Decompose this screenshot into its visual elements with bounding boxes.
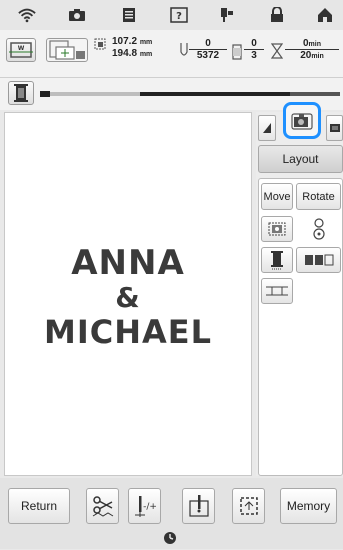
size-height: 194.8 bbox=[112, 48, 138, 59]
starting-point-button[interactable] bbox=[182, 488, 215, 524]
layout-button[interactable]: Layout bbox=[258, 145, 343, 173]
color-current: 0 bbox=[244, 38, 264, 50]
array-icon bbox=[266, 286, 288, 296]
thread-color-icon bbox=[231, 44, 243, 65]
design-size-icon bbox=[93, 37, 109, 53]
needle-mode-icon[interactable] bbox=[218, 6, 236, 24]
stitch-total: 5372 bbox=[196, 50, 220, 61]
density-icon bbox=[304, 254, 333, 266]
needle-tension-icon: -/+ bbox=[134, 496, 157, 517]
lock-icon[interactable] bbox=[268, 6, 286, 24]
memory-button[interactable]: Memory bbox=[280, 488, 337, 524]
frame-size-button[interactable] bbox=[46, 38, 88, 62]
spool-icon bbox=[271, 251, 283, 270]
color-change-button[interactable] bbox=[296, 216, 341, 242]
embroidery-preview-area[interactable]: ANNA & MICHAEL bbox=[4, 112, 252, 476]
time-readout: 0min 20min bbox=[285, 38, 339, 61]
right-tool-panel: Layout Move Rotate bbox=[256, 102, 343, 476]
stitch-current: 0 bbox=[189, 38, 227, 50]
move-button[interactable]: Move bbox=[261, 183, 293, 210]
design-text-line-1: ANNA bbox=[71, 243, 185, 283]
rotate-button[interactable]: Rotate bbox=[296, 183, 341, 210]
thread-cut-button[interactable] bbox=[86, 488, 119, 524]
color-total: 3 bbox=[251, 50, 257, 61]
svg-text:W: W bbox=[18, 45, 25, 52]
scissors-icon bbox=[92, 496, 113, 517]
thread-spool-button[interactable] bbox=[8, 81, 34, 105]
tab-camera-view[interactable] bbox=[283, 102, 321, 139]
hourglass-icon bbox=[270, 43, 284, 64]
document-icon[interactable] bbox=[120, 6, 138, 24]
tab-edit-icon[interactable] bbox=[258, 115, 276, 141]
design-text-line-2: & bbox=[115, 281, 141, 314]
return-button[interactable]: Return bbox=[8, 488, 70, 524]
stitch-count: 0 5372 bbox=[189, 38, 227, 61]
border-button[interactable] bbox=[261, 216, 293, 242]
design-text-line-3: MICHAEL bbox=[43, 313, 213, 351]
time-unit-2: min bbox=[311, 53, 324, 60]
status-bar: W 107.2 mm 194.8 mm 0 5372 0 3 0min 20mi… bbox=[0, 30, 343, 78]
camera-icon[interactable] bbox=[68, 6, 86, 24]
time-total: 20 bbox=[300, 50, 312, 61]
size-width: 107.2 bbox=[112, 36, 138, 47]
trial-button[interactable] bbox=[232, 488, 265, 524]
size-unit-2: mm bbox=[139, 51, 153, 58]
thread-sort-button[interactable] bbox=[261, 247, 293, 273]
stitch-slider-segment bbox=[140, 92, 290, 96]
design-size-readout: 107.2 mm 194.8 mm bbox=[112, 36, 187, 60]
home-icon[interactable] bbox=[316, 6, 334, 24]
size-unit: mm bbox=[139, 39, 153, 46]
stitch-slider-thumb[interactable] bbox=[40, 91, 50, 97]
svg-text:?: ? bbox=[176, 11, 182, 22]
color-wheel-icon bbox=[312, 218, 325, 240]
svg-text:-/+: -/+ bbox=[143, 502, 157, 512]
stitch-slider-segment-2 bbox=[290, 92, 340, 96]
help-icon[interactable]: ? bbox=[170, 6, 188, 24]
wifi-icon[interactable] bbox=[18, 6, 36, 24]
trial-frame-icon bbox=[239, 497, 258, 515]
border-icon bbox=[268, 222, 286, 236]
start-position-icon bbox=[188, 495, 209, 517]
clock-icon[interactable] bbox=[163, 531, 177, 545]
time-unit: min bbox=[308, 41, 321, 48]
stitch-slider-track[interactable] bbox=[40, 91, 340, 97]
embroidery-frame-button[interactable]: W bbox=[6, 38, 36, 62]
array-button[interactable] bbox=[261, 278, 293, 304]
top-icon-bar: ? bbox=[0, 0, 343, 30]
thread-tension-button[interactable]: -/+ bbox=[128, 488, 161, 524]
tab-embroider-icon[interactable] bbox=[326, 115, 343, 141]
color-count: 0 3 bbox=[244, 38, 264, 61]
density-button[interactable] bbox=[296, 247, 341, 273]
bottom-toolbar: Return -/+ Memory bbox=[0, 478, 343, 549]
